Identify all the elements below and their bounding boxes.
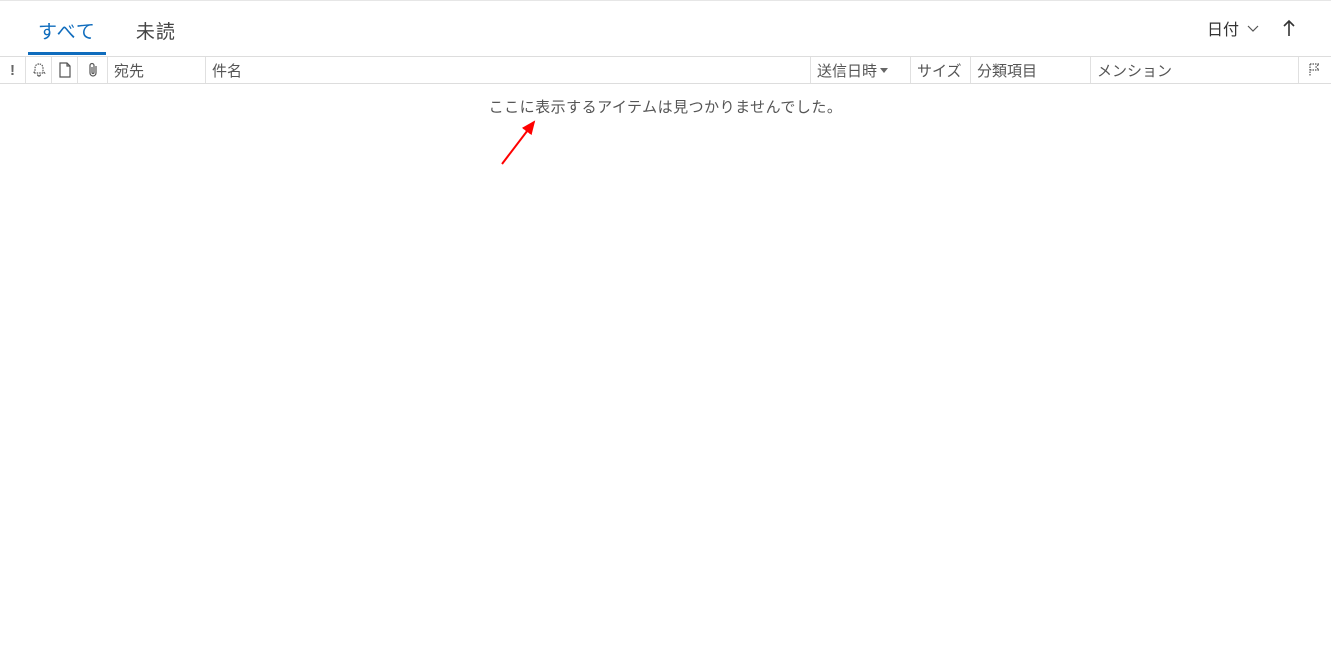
column-subject[interactable]: 件名 bbox=[206, 57, 811, 83]
column-sent[interactable]: 送信日時 bbox=[811, 57, 911, 83]
empty-state-message: ここに表示するアイテムは見つかりませんでした。 bbox=[489, 96, 843, 117]
column-mention[interactable]: メンション bbox=[1091, 57, 1299, 83]
column-to[interactable]: 宛先 bbox=[108, 57, 206, 83]
filter-tabs: すべて 未読 bbox=[0, 1, 1207, 55]
mail-list-body: ここに表示するアイテムは見つかりませんでした。 bbox=[0, 84, 1331, 645]
column-reminder[interactable] bbox=[26, 57, 52, 83]
tab-unread[interactable]: 未読 bbox=[126, 5, 186, 55]
bell-icon bbox=[31, 62, 47, 78]
filter-sort-row: すべて 未読 日付 bbox=[0, 1, 1331, 56]
sort-direction-button[interactable] bbox=[1281, 18, 1297, 38]
column-sent-label: 送信日時 bbox=[817, 60, 877, 81]
column-categories[interactable]: 分類項目 bbox=[971, 57, 1091, 83]
importance-icon: ! bbox=[10, 62, 15, 79]
column-importance[interactable]: ! bbox=[0, 57, 26, 83]
arrow-up-icon bbox=[1281, 18, 1297, 38]
triangle-down-icon bbox=[879, 65, 889, 75]
annotation-arrow-icon bbox=[490, 112, 550, 172]
mail-list-pane: すべて 未読 日付 ! bbox=[0, 0, 1331, 645]
column-size[interactable]: サイズ bbox=[911, 57, 971, 83]
column-attachment[interactable] bbox=[78, 57, 108, 83]
column-headers: ! 宛先 件名 送信日時 サイズ 分類項目 bbox=[0, 56, 1331, 84]
sort-controls: 日付 bbox=[1207, 16, 1315, 40]
column-item-type[interactable] bbox=[52, 57, 78, 83]
tab-all[interactable]: すべて bbox=[28, 5, 106, 55]
column-flag[interactable] bbox=[1299, 57, 1331, 83]
page-icon bbox=[57, 62, 73, 78]
sort-by-label: 日付 bbox=[1207, 16, 1239, 40]
paperclip-icon bbox=[85, 62, 101, 78]
sort-by-button[interactable]: 日付 bbox=[1207, 16, 1261, 40]
chevron-down-icon bbox=[1245, 20, 1261, 36]
flag-icon bbox=[1307, 62, 1323, 78]
